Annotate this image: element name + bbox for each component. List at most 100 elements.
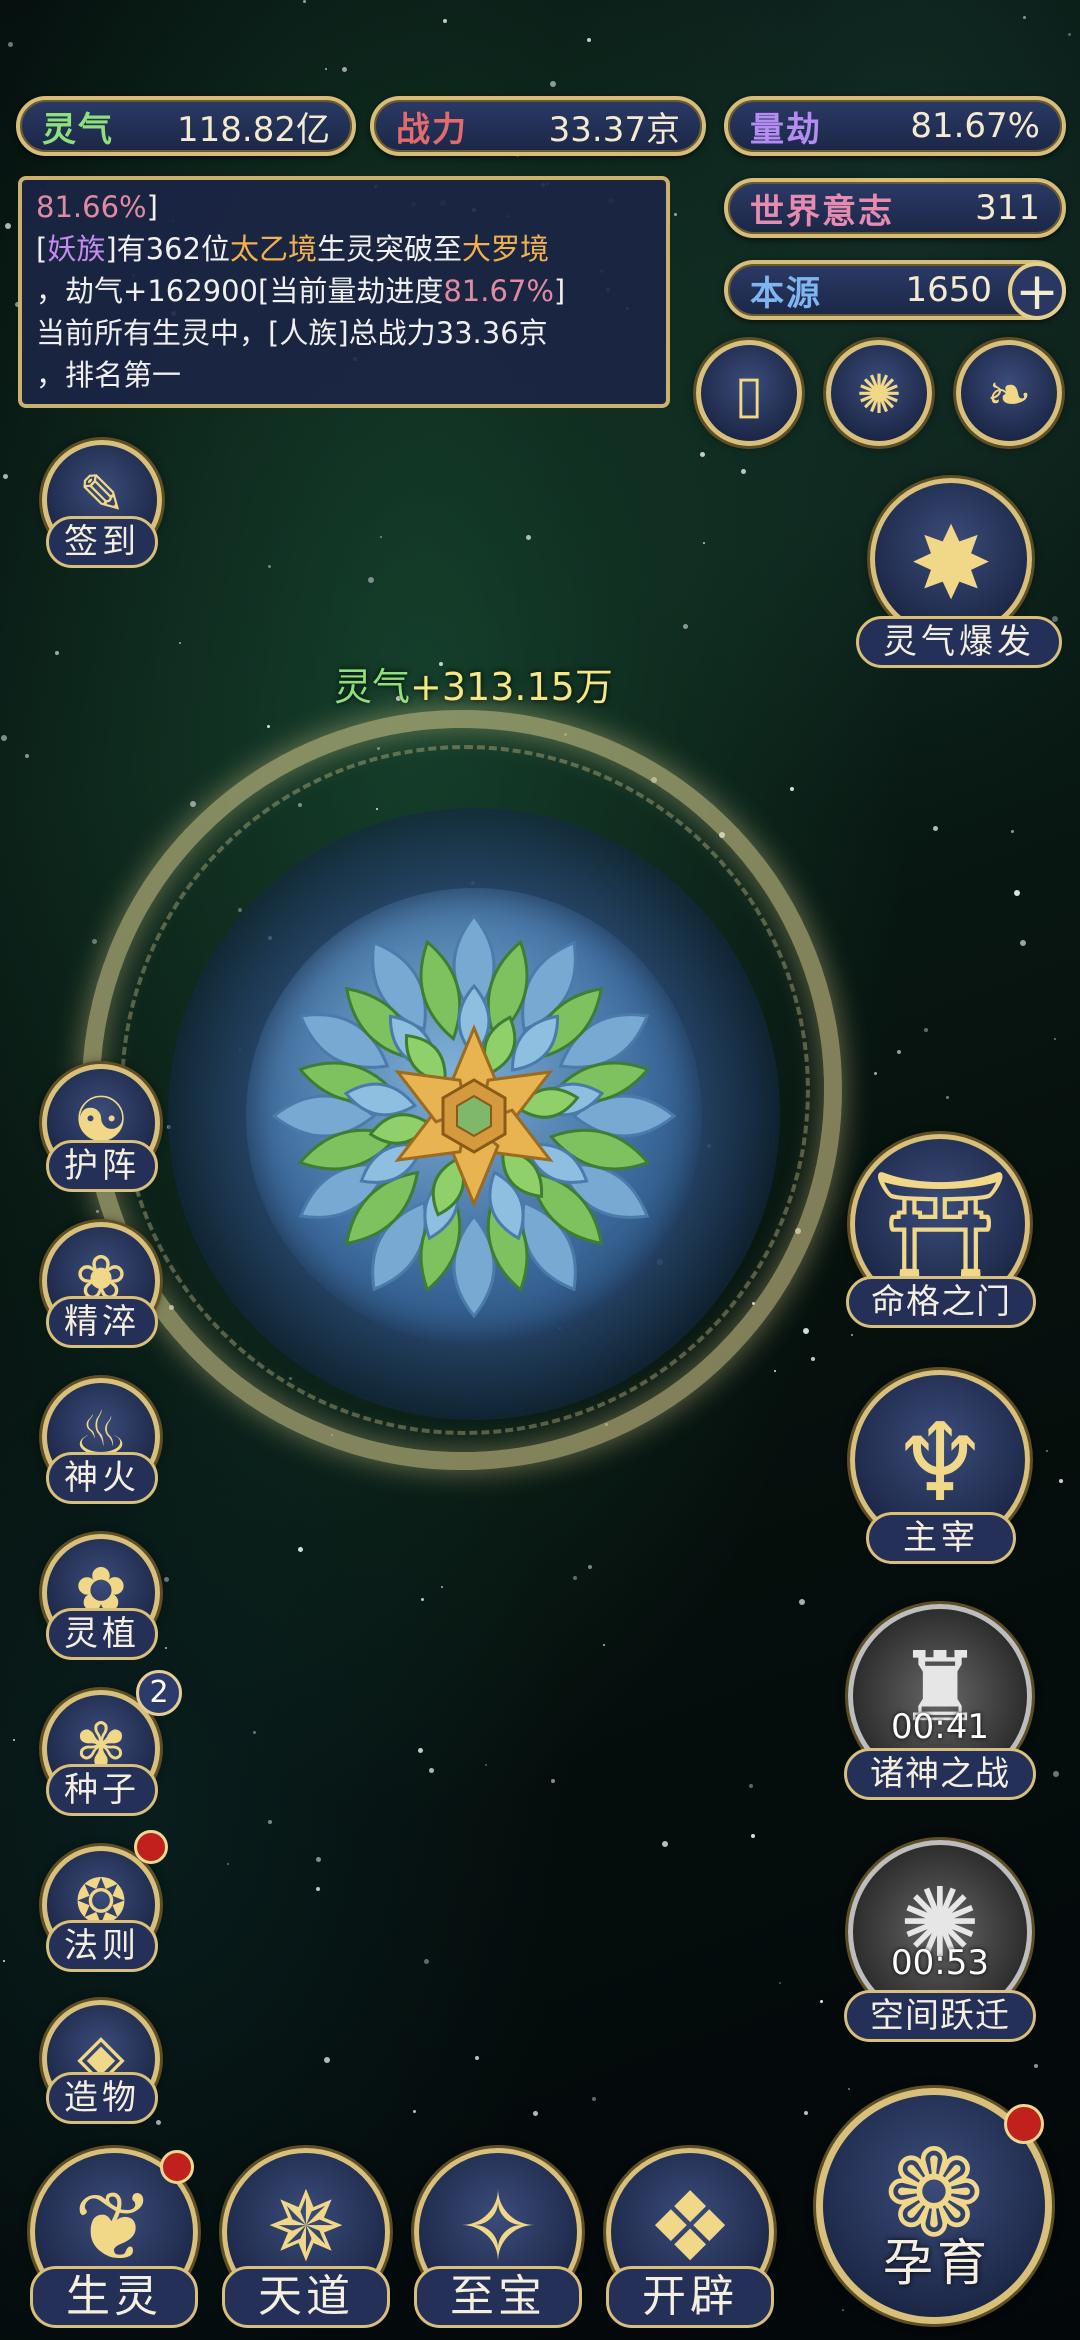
star — [700, 452, 705, 457]
star — [820, 2000, 823, 2003]
star — [55, 651, 59, 655]
benyuan-bar[interactable]: 本源 1650 + — [724, 260, 1066, 320]
nav-shengling-label: 生灵 — [30, 2266, 198, 2328]
star — [5, 223, 11, 229]
star — [874, 1072, 877, 1075]
shijie-bar[interactable]: 世界意志 311 — [724, 178, 1066, 238]
star — [96, 1210, 99, 1213]
star — [92, 939, 97, 944]
star — [799, 1599, 805, 1605]
log-progress: 81.67% — [443, 274, 554, 308]
lingqi-value: 118.82亿 — [177, 109, 330, 150]
liangjie-value: 81.67% — [910, 106, 1040, 146]
star — [1, 735, 7, 741]
star — [1046, 1450, 1048, 1452]
kongjian-timer: 00:53 — [891, 1943, 989, 1983]
star — [253, 1731, 256, 1734]
star — [851, 1334, 853, 1336]
zhanli-value: 33.37京 — [548, 109, 680, 150]
star — [804, 2111, 808, 2115]
star — [303, 0, 306, 3]
star — [779, 1982, 781, 1984]
star — [268, 565, 271, 568]
star — [164, 1577, 169, 1582]
star — [683, 624, 688, 629]
liangjie-bar[interactable]: 量劫 81.67% — [724, 96, 1066, 156]
lingqi-gain-value: +313.15万 — [410, 665, 613, 709]
star — [485, 1764, 487, 1766]
star — [897, 1050, 901, 1054]
star — [268, 1820, 272, 1824]
star — [1068, 33, 1071, 36]
star — [1054, 1038, 1056, 1040]
star — [324, 2057, 330, 2063]
star — [946, 1096, 949, 1099]
star — [1014, 890, 1020, 896]
vortex-icon: ✺ — [856, 363, 902, 426]
star — [848, 2088, 850, 2090]
nav-tiandao-label: 天道 — [222, 2266, 390, 2328]
scroll-button[interactable]: ❧ — [956, 340, 1062, 446]
star — [1052, 616, 1058, 622]
dragon-icon: ♆ — [891, 1401, 989, 1526]
log-race: 妖族 — [47, 232, 106, 266]
burst-label: 灵气爆发 — [856, 616, 1062, 668]
star — [441, 1586, 443, 1588]
star — [774, 1370, 776, 1372]
card-button[interactable]: ▯ — [696, 340, 802, 446]
lotus-icon — [271, 913, 677, 1319]
event-log[interactable]: 81.66%] [妖族]有362位太乙境生灵突破至大罗境 ，劫气+162900[… — [18, 176, 670, 408]
star — [424, 1959, 429, 1964]
star — [1034, 2064, 1038, 2068]
shengling-notification-dot — [160, 2150, 194, 2184]
star — [533, 2111, 538, 2116]
star — [749, 1784, 753, 1788]
star — [662, 1841, 668, 1847]
zaowu-label: 造物 — [46, 2072, 158, 2124]
card-icon: ▯ — [734, 365, 764, 425]
star — [550, 81, 556, 87]
shijie-label: 世界意志 — [750, 191, 894, 232]
star — [475, 2056, 479, 2060]
star — [551, 1779, 555, 1783]
star — [933, 826, 938, 831]
zhushen-label: 诸神之战 — [844, 1748, 1036, 1800]
star — [803, 1328, 809, 1334]
zhongzi-label: 种子 — [46, 1764, 158, 1816]
log-text: ，劫气+162900[当前量劫进度 — [36, 274, 444, 308]
star — [380, 536, 382, 538]
star — [298, 1547, 303, 1552]
star — [267, 725, 270, 728]
star — [703, 542, 705, 544]
benyuan-value: 1650 — [905, 270, 992, 310]
star — [421, 1598, 424, 1601]
kongjian-label: 空间跃迁 — [844, 1990, 1036, 2042]
star — [342, 67, 347, 72]
nav-yunyu-label: 孕育 — [883, 2234, 991, 2292]
zhuzai-label: 主宰 — [866, 1512, 1016, 1564]
portal-button[interactable]: ✺ — [826, 340, 932, 446]
zhongzi-count-badge: 2 — [136, 1670, 182, 1716]
star — [674, 213, 677, 216]
star — [13, 1739, 15, 1741]
shenhuo-label: 神火 — [46, 1452, 158, 1504]
log-ranking: 当前所有生灵中，[人族]总战力33.36京 — [36, 316, 548, 350]
log-text: [ — [36, 232, 48, 266]
add-benyuan-button[interactable]: + — [1008, 262, 1066, 320]
star — [25, 754, 29, 758]
lingqi-bar[interactable]: 灵气 118.82亿 — [16, 96, 356, 156]
star — [316, 1887, 320, 1891]
zhanli-bar[interactable]: 战力 33.37京 — [370, 96, 706, 156]
star — [588, 1565, 592, 1569]
star — [526, 535, 531, 540]
mingge-label: 命格之门 — [846, 1276, 1036, 1328]
nav-kaipi-label: 开辟 — [606, 2266, 774, 2328]
star — [1020, 940, 1026, 946]
star — [811, 1357, 815, 1361]
star — [1059, 1479, 1063, 1483]
star — [751, 1834, 755, 1838]
star — [1011, 830, 1014, 833]
log-realm-to: 大罗境 — [462, 232, 550, 266]
world-planet[interactable] — [246, 888, 702, 1344]
star — [573, 1576, 577, 1580]
